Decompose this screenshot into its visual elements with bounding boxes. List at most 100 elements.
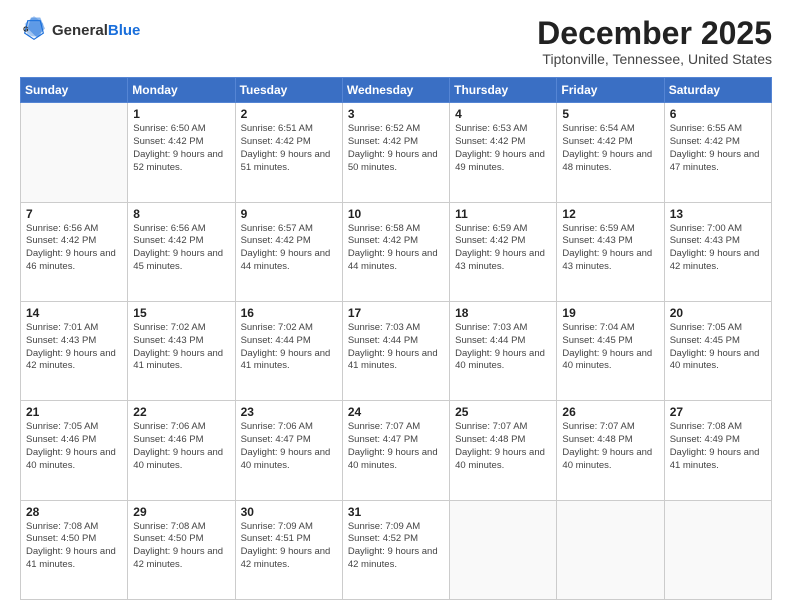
calendar-cell: 30 Sunrise: 7:09 AMSunset: 4:51 PMDayligh…	[235, 500, 342, 599]
day-info: Sunrise: 7:05 AMSunset: 4:46 PMDaylight:…	[26, 421, 122, 472]
day-info: Sunrise: 7:02 AMSunset: 4:43 PMDaylight:…	[133, 322, 229, 373]
day-info: Sunrise: 6:53 AMSunset: 4:42 PMDaylight:…	[455, 123, 551, 174]
day-number: 13	[670, 207, 766, 221]
day-number: 6	[670, 107, 766, 121]
day-number: 19	[562, 306, 658, 320]
calendar-cell: 8 Sunrise: 6:56 AMSunset: 4:42 PMDaylight…	[128, 202, 235, 301]
header-tuesday: Tuesday	[235, 78, 342, 103]
day-number: 1	[133, 107, 229, 121]
day-number: 3	[348, 107, 444, 121]
calendar-cell: 26Sunrise: 7:07 AMSunset: 4:48 PMDayligh…	[557, 401, 664, 500]
calendar-cell: 7Sunrise: 6:56 AMSunset: 4:42 PMDaylight…	[21, 202, 128, 301]
calendar-cell: 11Sunrise: 6:59 AMSunset: 4:42 PMDayligh…	[450, 202, 557, 301]
day-number: 12	[562, 207, 658, 221]
day-info: Sunrise: 7:01 AMSunset: 4:43 PMDaylight:…	[26, 322, 122, 373]
day-number: 2	[241, 107, 337, 121]
weekday-header-row: Sunday Monday Tuesday Wednesday Thursday…	[21, 78, 772, 103]
calendar-cell: 23Sunrise: 7:06 AMSunset: 4:47 PMDayligh…	[235, 401, 342, 500]
day-info: Sunrise: 7:02 AMSunset: 4:44 PMDaylight:…	[241, 322, 337, 373]
day-number: 9	[241, 207, 337, 221]
day-number: 8	[133, 207, 229, 221]
calendar-table: Sunday Monday Tuesday Wednesday Thursday…	[20, 77, 772, 600]
header-wednesday: Wednesday	[342, 78, 449, 103]
calendar-cell: 19 Sunrise: 7:04 AMSunset: 4:45 PMDayligh…	[557, 301, 664, 400]
calendar-week-row: 21Sunrise: 7:05 AMSunset: 4:46 PMDayligh…	[21, 401, 772, 500]
day-number: 26	[562, 405, 658, 419]
calendar-cell: 27Sunrise: 7:08 AMSunset: 4:49 PMDayligh…	[664, 401, 771, 500]
calendar-cell: 15 Sunrise: 7:02 AMSunset: 4:43 PMDayligh…	[128, 301, 235, 400]
day-info: Sunrise: 6:56 AMSunset: 4:42 PMDaylight:…	[133, 223, 229, 274]
day-number: 15	[133, 306, 229, 320]
day-number: 11	[455, 207, 551, 221]
header-saturday: Saturday	[664, 78, 771, 103]
logo-icon: G	[20, 16, 48, 44]
title-block: December 2025 Tiptonville, Tennessee, Un…	[537, 16, 772, 67]
calendar-cell: 20Sunrise: 7:05 AMSunset: 4:45 PMDayligh…	[664, 301, 771, 400]
day-info: Sunrise: 6:57 AMSunset: 4:42 PMDaylight:…	[241, 223, 337, 274]
day-number: 17	[348, 306, 444, 320]
day-info: Sunrise: 7:08 AMSunset: 4:49 PMDaylight:…	[670, 421, 766, 472]
day-info: Sunrise: 6:58 AMSunset: 4:42 PMDaylight:…	[348, 223, 444, 274]
day-info: Sunrise: 7:06 AMSunset: 4:46 PMDaylight:…	[133, 421, 229, 472]
day-number: 4	[455, 107, 551, 121]
day-number: 14	[26, 306, 122, 320]
day-info: Sunrise: 7:09 AMSunset: 4:52 PMDaylight:…	[348, 521, 444, 572]
calendar-cell: 31 Sunrise: 7:09 AMSunset: 4:52 PMDayligh…	[342, 500, 449, 599]
calendar-cell: 9 Sunrise: 6:57 AMSunset: 4:42 PMDaylight…	[235, 202, 342, 301]
day-info: Sunrise: 7:07 AMSunset: 4:47 PMDaylight:…	[348, 421, 444, 472]
calendar-cell: 6Sunrise: 6:55 AMSunset: 4:42 PMDaylight…	[664, 103, 771, 202]
day-number: 29	[133, 505, 229, 519]
day-number: 25	[455, 405, 551, 419]
day-number: 10	[348, 207, 444, 221]
day-info: Sunrise: 7:08 AMSunset: 4:50 PMDaylight:…	[133, 521, 229, 572]
logo-text: GeneralBlue	[52, 20, 140, 40]
day-info: Sunrise: 6:51 AMSunset: 4:42 PMDaylight:…	[241, 123, 337, 174]
day-info: Sunrise: 7:03 AMSunset: 4:44 PMDaylight:…	[455, 322, 551, 373]
calendar-week-row: 1Sunrise: 6:50 AMSunset: 4:42 PMDaylight…	[21, 103, 772, 202]
day-info: Sunrise: 6:54 AMSunset: 4:42 PMDaylight:…	[562, 123, 658, 174]
calendar-cell	[21, 103, 128, 202]
calendar-cell: 25 Sunrise: 7:07 AMSunset: 4:48 PMDayligh…	[450, 401, 557, 500]
day-number: 31	[348, 505, 444, 519]
calendar-week-row: 28Sunrise: 7:08 AMSunset: 4:50 PMDayligh…	[21, 500, 772, 599]
header-sunday: Sunday	[21, 78, 128, 103]
day-number: 5	[562, 107, 658, 121]
day-info: Sunrise: 7:05 AMSunset: 4:45 PMDaylight:…	[670, 322, 766, 373]
calendar-cell	[450, 500, 557, 599]
calendar-cell: 2 Sunrise: 6:51 AMSunset: 4:42 PMDaylight…	[235, 103, 342, 202]
calendar-cell: 24Sunrise: 7:07 AMSunset: 4:47 PMDayligh…	[342, 401, 449, 500]
day-info: Sunrise: 7:07 AMSunset: 4:48 PMDaylight:…	[455, 421, 551, 472]
calendar-cell: 22 Sunrise: 7:06 AMSunset: 4:46 PMDayligh…	[128, 401, 235, 500]
calendar-cell: 28Sunrise: 7:08 AMSunset: 4:50 PMDayligh…	[21, 500, 128, 599]
header: G GeneralBlue December 2025 Tiptonville,…	[20, 16, 772, 67]
logo-general: GeneralBlue	[52, 20, 140, 40]
calendar-week-row: 14 Sunrise: 7:01 AMSunset: 4:43 PMDayligh…	[21, 301, 772, 400]
calendar-cell: 4 Sunrise: 6:53 AMSunset: 4:42 PMDaylight…	[450, 103, 557, 202]
calendar-cell: 5 Sunrise: 6:54 AMSunset: 4:42 PMDaylight…	[557, 103, 664, 202]
calendar-cell: 13 Sunrise: 7:00 AMSunset: 4:43 PMDayligh…	[664, 202, 771, 301]
calendar-cell: 10 Sunrise: 6:58 AMSunset: 4:42 PMDayligh…	[342, 202, 449, 301]
day-number: 7	[26, 207, 122, 221]
day-number: 16	[241, 306, 337, 320]
day-number: 30	[241, 505, 337, 519]
day-info: Sunrise: 7:08 AMSunset: 4:50 PMDaylight:…	[26, 521, 122, 572]
svg-text:G: G	[23, 27, 29, 34]
day-info: Sunrise: 7:04 AMSunset: 4:45 PMDaylight:…	[562, 322, 658, 373]
header-thursday: Thursday	[450, 78, 557, 103]
calendar-cell: 17 Sunrise: 7:03 AMSunset: 4:44 PMDayligh…	[342, 301, 449, 400]
day-info: Sunrise: 6:52 AMSunset: 4:42 PMDaylight:…	[348, 123, 444, 174]
day-info: Sunrise: 7:09 AMSunset: 4:51 PMDaylight:…	[241, 521, 337, 572]
calendar-cell: 21Sunrise: 7:05 AMSunset: 4:46 PMDayligh…	[21, 401, 128, 500]
header-monday: Monday	[128, 78, 235, 103]
month-title: December 2025	[537, 16, 772, 51]
day-info: Sunrise: 7:00 AMSunset: 4:43 PMDaylight:…	[670, 223, 766, 274]
calendar-cell: 14 Sunrise: 7:01 AMSunset: 4:43 PMDayligh…	[21, 301, 128, 400]
calendar-cell: 1Sunrise: 6:50 AMSunset: 4:42 PMDaylight…	[128, 103, 235, 202]
calendar-cell: 18 Sunrise: 7:03 AMSunset: 4:44 PMDayligh…	[450, 301, 557, 400]
day-number: 22	[133, 405, 229, 419]
day-info: Sunrise: 6:59 AMSunset: 4:43 PMDaylight:…	[562, 223, 658, 274]
calendar-cell: 29 Sunrise: 7:08 AMSunset: 4:50 PMDayligh…	[128, 500, 235, 599]
day-number: 18	[455, 306, 551, 320]
day-info: Sunrise: 7:03 AMSunset: 4:44 PMDaylight:…	[348, 322, 444, 373]
calendar-cell	[557, 500, 664, 599]
